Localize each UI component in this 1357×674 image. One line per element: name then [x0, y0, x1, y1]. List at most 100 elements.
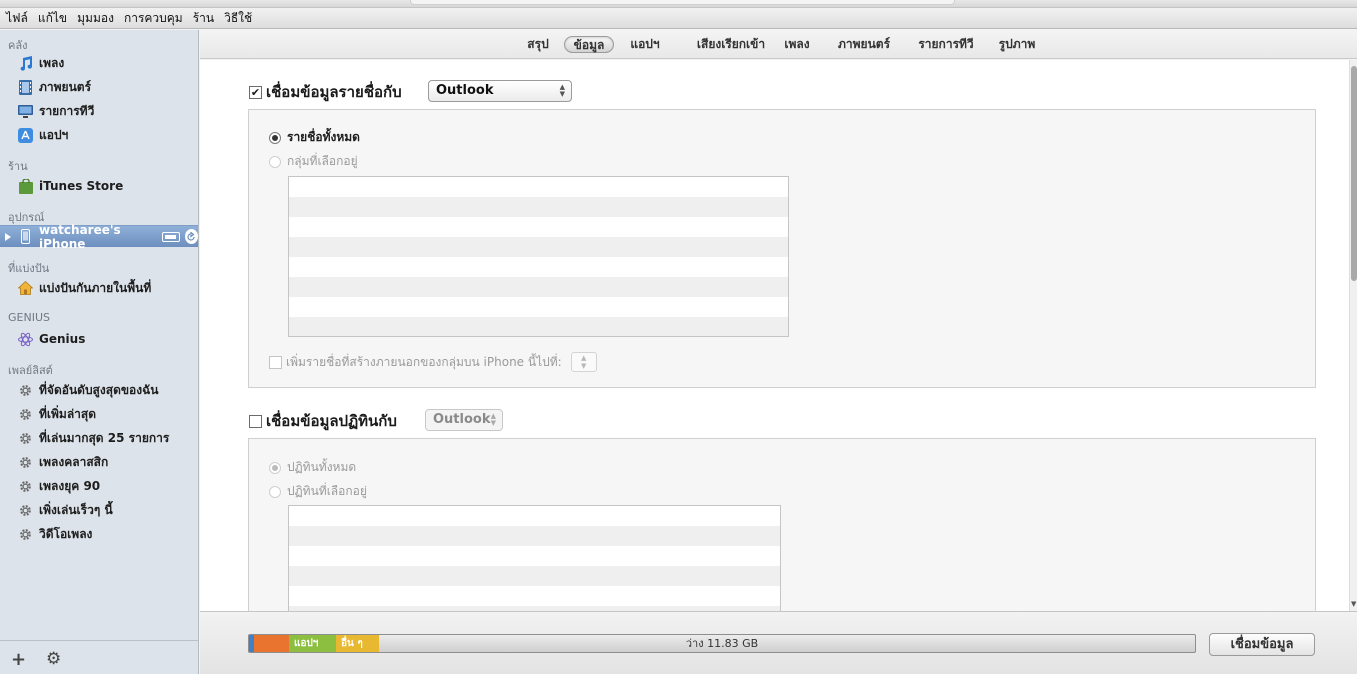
smart-playlist-gear-icon: [18, 503, 33, 518]
sidebar-item-label: ที่เล่นมากสุด 25 รายการ: [39, 430, 170, 445]
sidebar-item-iphone[interactable]: watcharee's iPhone: [0, 223, 199, 251]
sidebar-item-home-sharing[interactable]: แบ่งปันกันภายในพื้นที่: [0, 277, 198, 299]
calendars-all-radio[interactable]: [269, 461, 281, 474]
tab-movies[interactable]: ภาพยนตร์: [832, 36, 896, 53]
sidebar-item-movies[interactable]: ภาพยนตร์: [0, 76, 198, 98]
sidebar-item-playlist-top-rated[interactable]: ที่จัดอันดับสูงสุดของฉัน: [0, 379, 198, 401]
home-share-icon: [18, 281, 33, 296]
sidebar-item-label: ที่จัดอันดับสูงสุดของฉัน: [39, 382, 159, 397]
menu-help[interactable]: วิธีใช้: [224, 9, 252, 28]
genius-atom-icon: [18, 332, 33, 347]
tab-summary[interactable]: สรุป: [518, 36, 558, 53]
contacts-all-option[interactable]: รายชื่อทั้งหมด: [269, 128, 360, 147]
sync-icon[interactable]: [184, 229, 199, 244]
sidebar-item-playlist-recently-added[interactable]: ที่เพิ่มล่าสุด: [0, 403, 198, 425]
sidebar-section-playlists: เพลย์ลิสต์: [8, 364, 53, 377]
sidebar-item-label: ภาพยนตร์: [39, 79, 92, 94]
disclosure-triangle-icon[interactable]: [5, 233, 11, 241]
contacts-selected-groups-option[interactable]: กลุ่มที่เลือกอยู่: [269, 152, 358, 171]
sidebar-item-playlist-recently-played[interactable]: เพิ่งเล่นเร็วๆ นี้: [0, 499, 198, 521]
menu-edit[interactable]: แก้ไข: [38, 9, 67, 28]
contacts-all-label: รายชื่อทั้งหมด: [287, 130, 360, 144]
smart-playlist-gear-icon: [18, 431, 33, 446]
bottom-bar: แอปฯ อื่น ๆ ว่าง 11.83 GB เชื่อมข้อมูล: [200, 611, 1357, 674]
menu-view[interactable]: มุมมอง: [77, 9, 114, 28]
calendars-source-select[interactable]: Outlook ▲ ▼: [425, 409, 503, 431]
calendars-list[interactable]: [288, 505, 781, 611]
settings-gear-icon[interactable]: ⚙: [46, 649, 61, 669]
sidebar-item-label: watcharee's iPhone: [39, 222, 121, 251]
device-tab-bar: สรุป ข้อมูล แอปฯ เสียงเรียกเข้า เพลง ภาพ…: [200, 30, 1357, 59]
sidebar-item-label: เพลง: [39, 55, 65, 70]
contacts-selected-radio[interactable]: [269, 155, 281, 168]
sidebar-item-label: แบ่งปันกันภายในพื้นที่: [39, 280, 152, 295]
sidebar-item-label: เพลงคลาสสิก: [39, 454, 109, 469]
tv-icon: [18, 104, 33, 119]
tab-tv-shows[interactable]: รายการทีวี: [913, 36, 979, 53]
sidebar-item-playlist-90s[interactable]: เพลงยุค 90: [0, 475, 198, 497]
tab-photos[interactable]: รูปภาพ: [995, 36, 1039, 53]
sidebar-section-shared: ที่แบ่งปัน: [8, 262, 50, 275]
contacts-groups-list[interactable]: [288, 176, 789, 337]
shopping-bag-icon: [18, 178, 33, 194]
calendars-source-value: Outlook: [433, 412, 491, 427]
vertical-scrollbar[interactable]: ▼: [1349, 60, 1357, 611]
app-store-icon: [18, 127, 33, 143]
sidebar-item-playlist-music-videos[interactable]: วิดีโอเพลง: [0, 523, 198, 545]
contacts-selected-label: กลุ่มที่เลือกอยู่: [287, 154, 358, 168]
menu-store[interactable]: ร้าน: [193, 9, 214, 28]
iphone-icon: [18, 229, 33, 244]
sidebar-item-label: รายการทีวี: [39, 103, 95, 118]
group-select-arrows-icon[interactable]: ▲ ▼: [570, 352, 597, 372]
sidebar-item-apps[interactable]: แอปฯ: [0, 124, 198, 146]
add-playlist-button[interactable]: +: [11, 649, 26, 670]
capacity-free-label: ว่าง 11.83 GB: [685, 637, 759, 650]
contacts-source-value: Outlook: [436, 83, 494, 98]
sidebar-item-playlist-classical[interactable]: เพลงคลาสสิก: [0, 451, 198, 473]
add-contacts-label: เพิ่มรายชื่อที่สร้างภายนอกของกลุ่มบน iPh…: [286, 354, 562, 369]
sidebar-item-tv-shows[interactable]: รายการทีวี: [0, 100, 198, 122]
add-contacts-to-group-option[interactable]: เพิ่มรายชื่อที่สร้างภายนอกของกลุ่มบน iPh…: [269, 352, 597, 372]
contacts-source-select[interactable]: Outlook ▲ ▼: [428, 80, 572, 102]
tab-apps[interactable]: แอปฯ: [624, 36, 666, 53]
sidebar-item-label: เพิ่งเล่นเร็วๆ นี้: [39, 502, 113, 517]
sidebar-item-label: ที่เพิ่มล่าสุด: [39, 406, 97, 421]
sync-contacts-checkbox[interactable]: ✔: [249, 85, 262, 99]
calendars-selected-radio[interactable]: [269, 485, 281, 498]
menu-bar: ไฟล์ แก้ไข มุมมอง การควบคุม ร้าน วิธีใช้: [0, 8, 1357, 29]
smart-playlist-gear-icon: [18, 407, 33, 422]
add-contacts-checkbox[interactable]: [269, 355, 282, 369]
calendars-panel: ปฏิทินทั้งหมด ปฏิทินที่เลือกอยู่: [248, 438, 1316, 611]
calendars-selected-label: ปฏิทินที่เลือกอยู่: [287, 484, 367, 498]
scroll-down-arrow-icon[interactable]: ▼: [1351, 600, 1356, 608]
calendars-selected-option[interactable]: ปฏิทินที่เลือกอยู่: [269, 482, 367, 501]
sidebar-item-label: Genius: [39, 332, 86, 346]
tab-music[interactable]: เพลง: [780, 36, 814, 53]
contacts-all-radio[interactable]: [269, 131, 281, 144]
select-arrows-icon: ▲ ▼: [490, 412, 496, 427]
sidebar-section-genius: GENIUS: [8, 311, 50, 324]
sidebar: คลัง เพลง ภาพยนตร์ รายการทีวี แอปฯ ร้าน …: [0, 30, 199, 674]
sync-contacts-header: ✔ เชื่อมข้อมูลรายชื่อกับ: [249, 80, 402, 104]
scrollbar-thumb[interactable]: [1351, 66, 1357, 281]
sync-calendars-checkbox[interactable]: [249, 414, 262, 428]
calendars-all-option[interactable]: ปฏิทินทั้งหมด: [269, 458, 356, 477]
tab-ringtones[interactable]: เสียงเรียกเข้า: [683, 36, 779, 53]
sidebar-section-store: ร้าน: [8, 160, 28, 173]
sidebar-item-music[interactable]: เพลง: [0, 52, 198, 74]
music-note-icon: [18, 55, 33, 71]
info-pane: ✔ เชื่อมข้อมูลรายชื่อกับ Outlook ▲ ▼ รายช…: [200, 60, 1349, 611]
smart-playlist-gear-icon: [18, 479, 33, 494]
smart-playlist-gear-icon: [18, 527, 33, 542]
film-icon: [18, 79, 33, 95]
contacts-panel: รายชื่อทั้งหมด กลุ่มที่เลือกอยู่ เพิ่มรา…: [248, 109, 1316, 388]
sidebar-item-playlist-top-25[interactable]: ที่เล่นมากสุด 25 รายการ: [0, 427, 198, 449]
menu-file[interactable]: ไฟล์: [6, 9, 28, 28]
sidebar-item-itunes-store[interactable]: iTunes Store: [0, 175, 198, 197]
tab-info[interactable]: ข้อมูล: [564, 36, 614, 53]
sync-button[interactable]: เชื่อมข้อมูล: [1209, 633, 1315, 656]
sidebar-item-label: แอปฯ: [39, 127, 69, 142]
sidebar-item-genius[interactable]: Genius: [0, 328, 198, 350]
sync-calendars-title: เชื่อมข้อมูลปฏิทินกับ: [266, 412, 397, 430]
menu-controls[interactable]: การควบคุม: [124, 9, 183, 28]
